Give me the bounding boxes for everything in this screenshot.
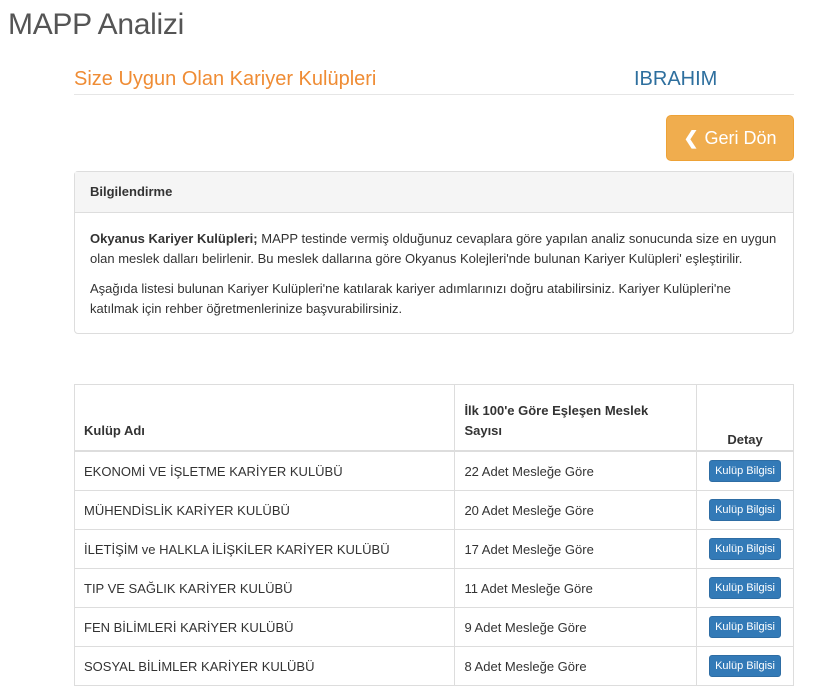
match-count-cell: 8 Adet Mesleğe Göre: [454, 646, 698, 686]
user-name: IBRAHIM: [634, 68, 718, 90]
club-name-cell: SOSYAL BİLİMLER KARİYER KULÜBÜ: [73, 646, 456, 686]
club-name-cell: İLETİŞİM ve HALKLA İLİŞKİLER KARİYER KUL…: [73, 529, 456, 569]
section-title: Size Uygun Olan Kariyer Kulüpleri: [74, 68, 377, 90]
info-paragraph-2: Aşağıda listesi bulunan Kariyer Kulüpler…: [90, 281, 731, 316]
club-info-button[interactable]: Kulüp Bilgisi: [709, 655, 781, 677]
table-header-row: Kulüp Adı İlk 100'e Göre Eşleşen Meslek …: [73, 384, 794, 452]
match-count-cell: 9 Adet Mesleğe Göre: [454, 607, 698, 647]
info-paragraph-1: Okyanus Kariyer Kulüpleri; MAPP testinde…: [90, 229, 778, 269]
club-info-button[interactable]: Kulüp Bilgisi: [709, 616, 781, 638]
table-row: MÜHENDİSLİK KARİYER KULÜBÜ 20 Adet Mesle…: [73, 490, 794, 530]
back-button-label: Geri Dön: [704, 127, 777, 148]
club-name-cell: MÜHENDİSLİK KARİYER KULÜBÜ: [73, 490, 456, 530]
match-count-cell: 17 Adet Mesleğe Göre: [454, 529, 698, 569]
info-panel: Bilgilendirme Okyanus Kariyer Kulüpleri;…: [74, 171, 794, 334]
club-info-button[interactable]: Kulüp Bilgisi: [709, 577, 781, 599]
detail-cell: Kulüp Bilgisi: [696, 646, 794, 686]
club-name-cell: TIP VE SAĞLIK KARİYER KULÜBÜ: [73, 568, 456, 608]
table-row: İLETİŞİM ve HALKLA İLİŞKİLER KARİYER KUL…: [73, 529, 794, 569]
column-header-detail: Detay: [696, 384, 794, 452]
match-count-cell: 11 Adet Mesleğe Göre: [454, 568, 698, 608]
detail-cell: Kulüp Bilgisi: [696, 490, 794, 530]
club-info-button[interactable]: Kulüp Bilgisi: [709, 499, 781, 521]
info-panel-body: Okyanus Kariyer Kulüpleri; MAPP testinde…: [75, 213, 793, 333]
info-panel-heading: Bilgilendirme: [75, 172, 793, 213]
club-table: Kulüp Adı İlk 100'e Göre Eşleşen Meslek …: [73, 384, 794, 686]
info-paragraph-1-bold: Okyanus Kariyer Kulüpleri;: [90, 231, 258, 246]
table-row: TIP VE SAĞLIK KARİYER KULÜBÜ 11 Adet Mes…: [73, 568, 794, 608]
club-name-cell: EKONOMİ VE İŞLETME KARİYER KULÜBÜ: [73, 450, 456, 491]
match-count-cell: 22 Adet Mesleğe Göre: [454, 450, 698, 491]
table-row: EKONOMİ VE İŞLETME KARİYER KULÜBÜ 22 Ade…: [73, 450, 794, 491]
club-info-button[interactable]: Kulüp Bilgisi: [709, 538, 781, 560]
chevron-left-icon: ❮: [683, 128, 699, 148]
column-header-match: İlk 100'e Göre Eşleşen Meslek Sayısı: [454, 384, 698, 452]
detail-cell: Kulüp Bilgisi: [696, 607, 794, 647]
detail-cell: Kulüp Bilgisi: [696, 568, 794, 608]
main-container: Size Uygun Olan Kariyer Kulüpleri IBRAHI…: [73, 60, 794, 686]
table-row: SOSYAL BİLİMLER KARİYER KULÜBÜ 8 Adet Me…: [73, 646, 794, 686]
detail-cell: Kulüp Bilgisi: [696, 450, 794, 491]
back-button[interactable]: ❮ Geri Dön: [666, 115, 794, 161]
club-info-button[interactable]: Kulüp Bilgisi: [709, 460, 781, 482]
table-row: FEN BİLİMLERİ KARİYER KULÜBÜ 9 Adet Mesl…: [73, 607, 794, 647]
header-row: Size Uygun Olan Kariyer Kulüpleri IBRAHI…: [74, 60, 794, 95]
match-count-cell: 20 Adet Mesleğe Göre: [454, 490, 698, 530]
column-header-club: Kulüp Adı: [73, 384, 456, 452]
page-title: MAPP Analizi: [8, 8, 184, 41]
club-name-cell: FEN BİLİMLERİ KARİYER KULÜBÜ: [73, 607, 456, 647]
detail-cell: Kulüp Bilgisi: [696, 529, 794, 569]
